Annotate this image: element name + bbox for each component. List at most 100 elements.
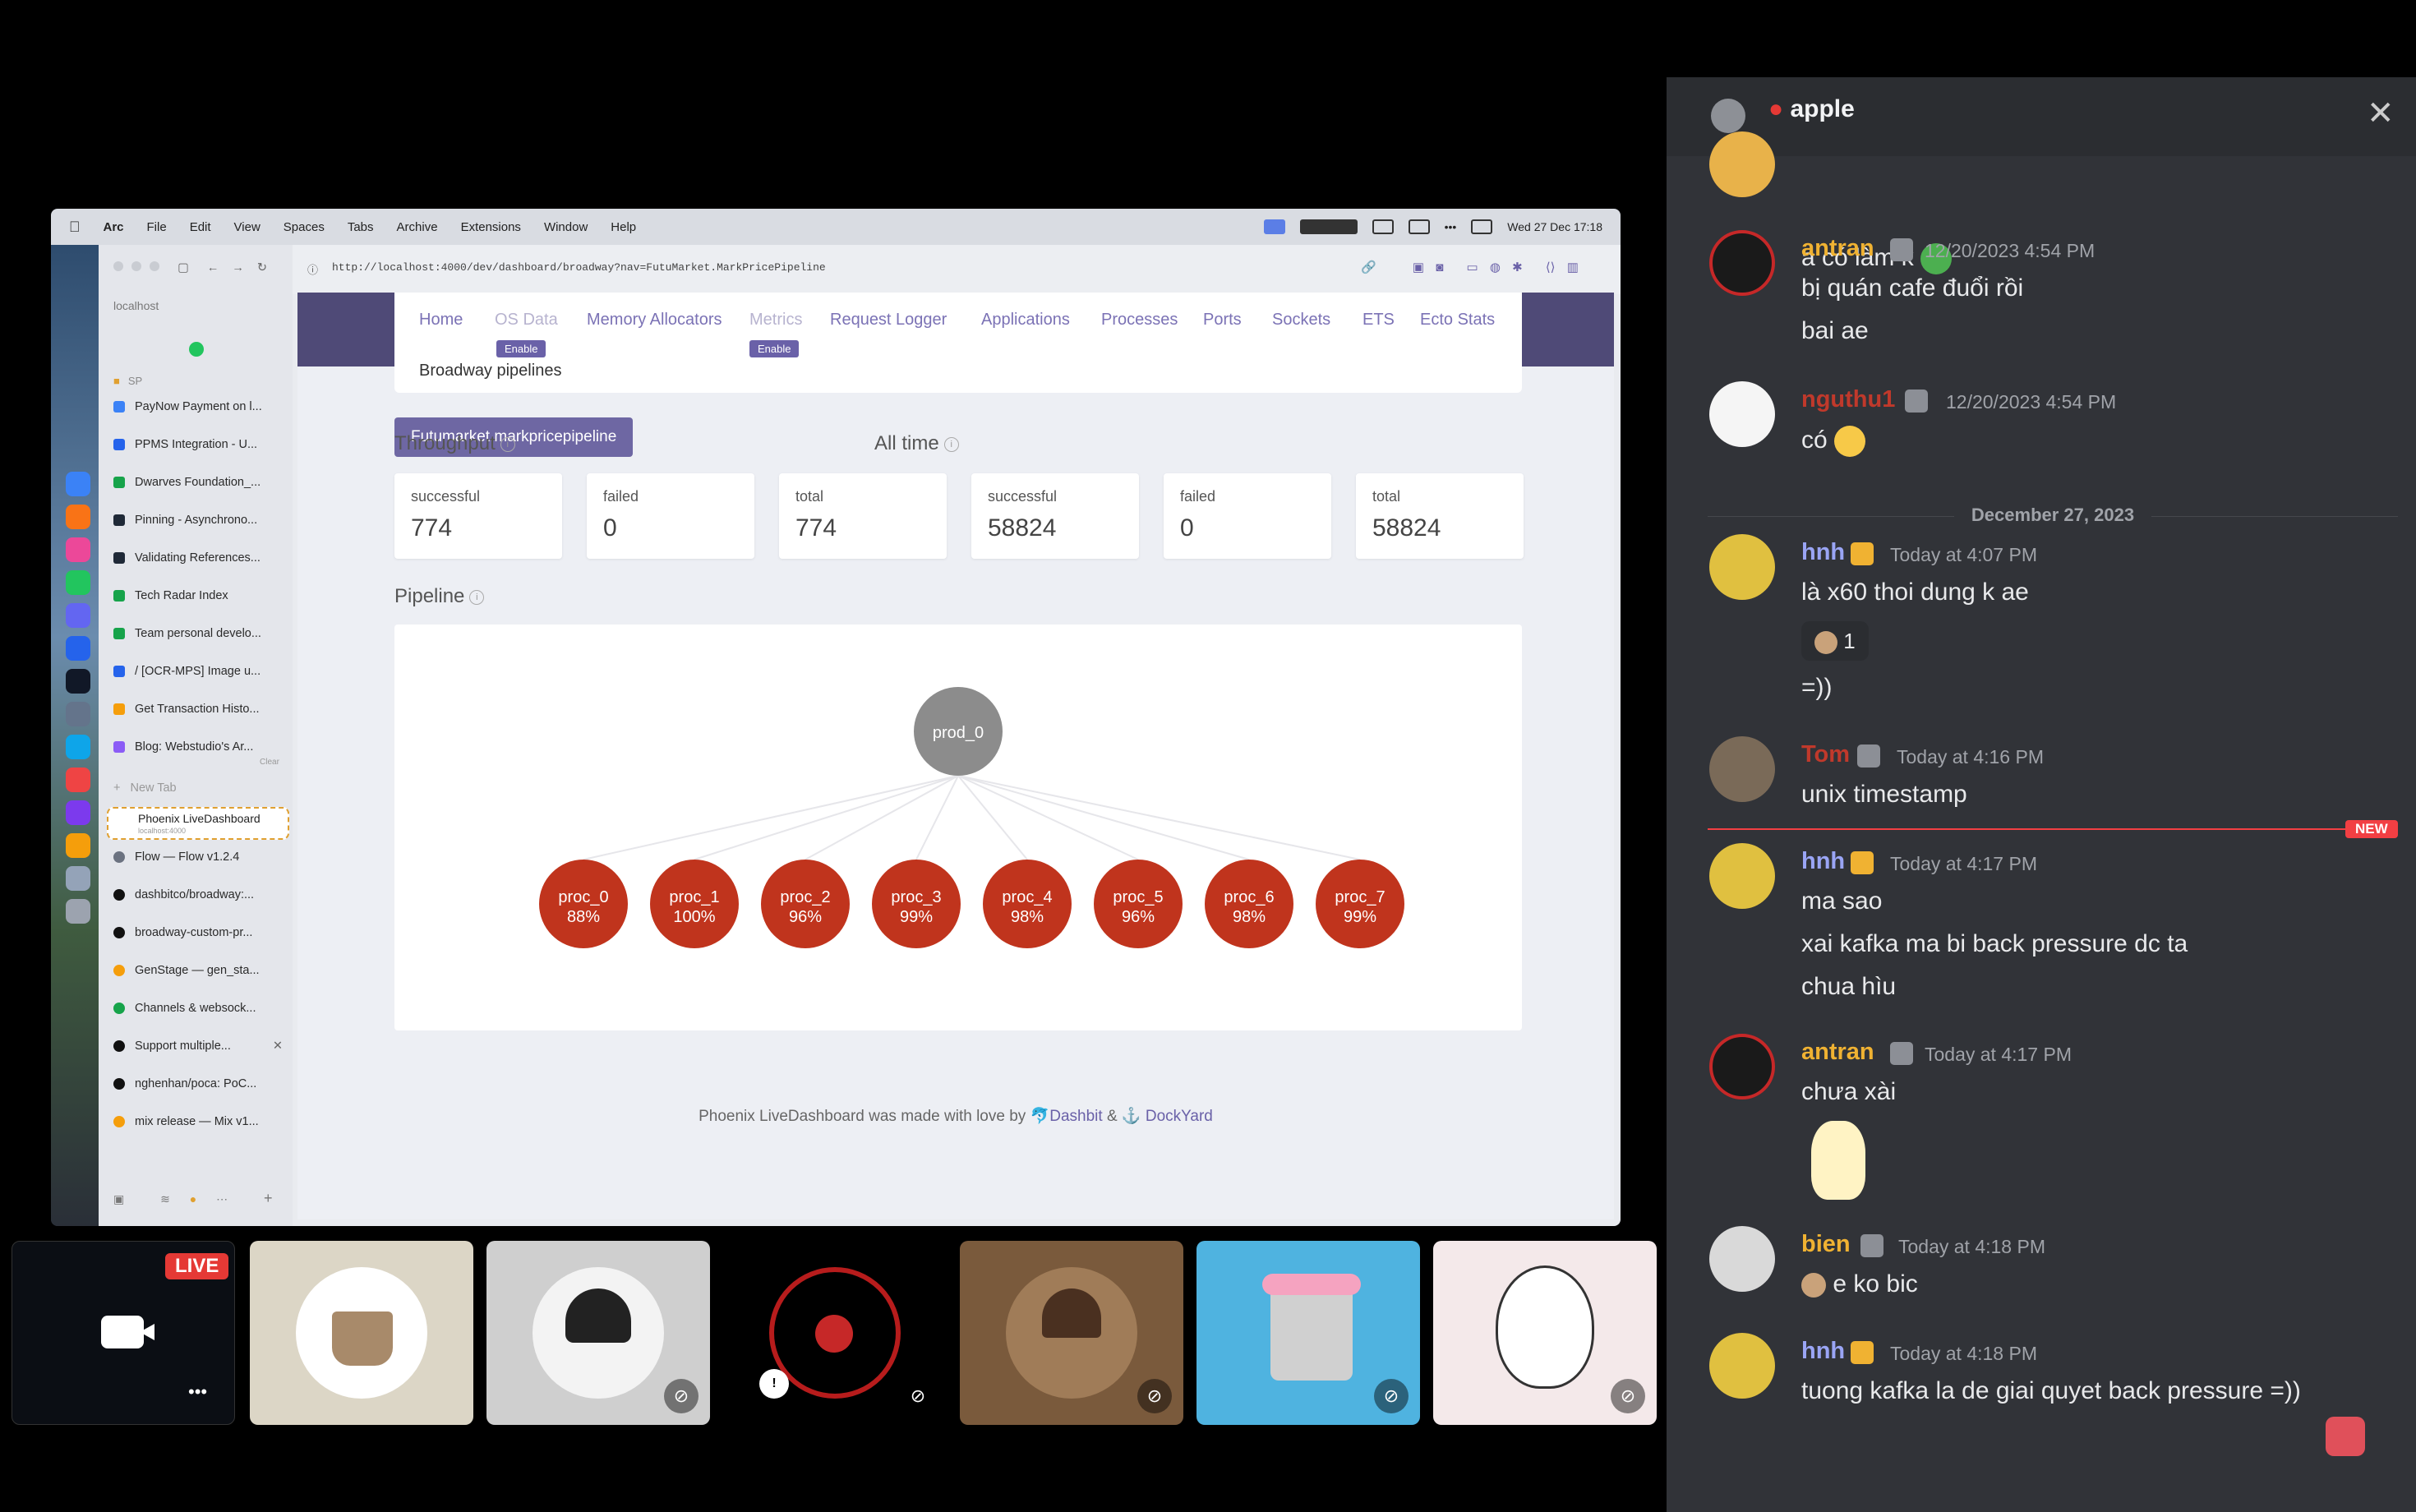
app-icon[interactable] <box>66 800 90 825</box>
avatar[interactable] <box>1709 736 1775 802</box>
dockyard-link[interactable]: ⚓ DockYard <box>1122 1108 1213 1125</box>
sidebar-tab[interactable]: Blog: Webstudio's Ar... <box>113 733 288 761</box>
participant-tile[interactable]: ⊘ <box>486 1241 710 1425</box>
new-tab-button[interactable]: + New Tab <box>113 774 288 802</box>
site-info-icon[interactable]: ⓘ <box>307 261 318 277</box>
close-tab-icon[interactable]: ✕ <box>273 1040 283 1053</box>
avatar[interactable] <box>1709 381 1775 447</box>
copy-link-icon[interactable]: 🔗 <box>1361 260 1376 274</box>
menu-extensions[interactable]: Extensions <box>461 220 521 234</box>
active-tab[interactable]: Phoenix LiveDashboard localhost:4000 <box>107 807 289 840</box>
menu-file[interactable]: File <box>147 220 167 234</box>
nav-os-data[interactable]: OS Data <box>495 311 558 330</box>
avatar[interactable] <box>1709 1034 1775 1099</box>
info-icon[interactable]: i <box>943 436 959 452</box>
menu-spaces[interactable]: Spaces <box>284 220 325 234</box>
sidebar-tab[interactable]: broadway-custom-pr... <box>113 919 288 947</box>
archive-icon[interactable]: ▣ <box>113 1192 124 1205</box>
metrics-enable-button[interactable]: Enable <box>749 340 800 357</box>
nav-memory-allocators[interactable]: Memory Allocators <box>587 311 722 330</box>
menu-help[interactable]: Help <box>611 220 636 234</box>
processor-node[interactable]: proc_6 98% <box>1205 860 1293 948</box>
new-space-icon[interactable]: + <box>264 1190 273 1206</box>
username[interactable]: Tom <box>1801 741 1850 768</box>
close-window-icon[interactable] <box>113 261 123 271</box>
sidebar-tab[interactable]: Tech Radar Index <box>113 582 288 610</box>
sidebar-tab[interactable]: dashbitco/broadway:... <box>113 881 288 909</box>
participant-tile[interactable] <box>250 1241 473 1425</box>
maximize-window-icon[interactable] <box>150 261 160 271</box>
avatar[interactable] <box>1709 534 1775 600</box>
avatar[interactable] <box>1709 843 1775 909</box>
forward-icon[interactable]: → <box>232 261 244 274</box>
menu-view[interactable]: View <box>234 220 261 234</box>
nav-applications[interactable]: Applications <box>981 311 1070 330</box>
username[interactable]: antran <box>1801 235 1874 262</box>
nav-home[interactable]: Home <box>419 311 463 330</box>
space-icon[interactable]: ● <box>190 1192 196 1205</box>
reaction-chip[interactable]: 1 <box>1801 621 1869 661</box>
menu-edit[interactable]: Edit <box>190 220 211 234</box>
space-indicator-icon[interactable] <box>189 342 204 357</box>
username[interactable]: bien <box>1801 1231 1851 1258</box>
sidebar-address[interactable]: localhost <box>113 294 278 317</box>
menubar-widget-icon[interactable] <box>1299 219 1358 234</box>
nav-ecto-stats[interactable]: Ecto Stats <box>1420 311 1495 330</box>
sidebar-tab[interactable]: Flow — Flow v1.2.4 <box>113 843 288 871</box>
processor-node[interactable]: proc_7 99% <box>1316 860 1404 948</box>
camera-icon[interactable]: ◙ <box>1436 260 1443 274</box>
sidebar-tab[interactable]: Dwarves Foundation_... <box>113 468 288 496</box>
more-dots-icon[interactable]: ••• <box>1445 220 1457 233</box>
username[interactable]: hnh <box>1801 848 1845 875</box>
app-logo-icon[interactable] <box>2326 1417 2365 1456</box>
participant-tile[interactable]: ! ⊘ <box>723 1241 947 1425</box>
username[interactable]: hnh <box>1801 1338 1845 1365</box>
nav-request-logger[interactable]: Request Logger <box>830 311 947 330</box>
settings-icon[interactable]: ✱ <box>1512 260 1523 274</box>
app-icon[interactable] <box>66 537 90 562</box>
screen-share-tile[interactable]: LIVE ••• <box>12 1241 235 1425</box>
url-bar[interactable]: http://localhost:4000/dev/dashboard/broa… <box>332 261 826 274</box>
screenshot-icon[interactable]: ▣ <box>1413 260 1424 274</box>
reload-icon[interactable]: ↻ <box>257 261 267 274</box>
sidebar-tab[interactable]: Validating References... <box>113 544 288 572</box>
vscode-icon[interactable] <box>66 636 90 661</box>
participant-tile[interactable]: ⊘ <box>1433 1241 1657 1425</box>
sidebar-tab[interactable]: nghenhan/pocа: PoC... <box>113 1070 288 1098</box>
sidebar-tab[interactable]: PayNow Payment on l... <box>113 393 288 421</box>
control-center-icon[interactable] <box>1471 219 1493 234</box>
username[interactable]: antran <box>1801 1039 1874 1066</box>
spaces-icon[interactable]: ≋ <box>160 1192 170 1205</box>
avatar[interactable] <box>1709 131 1775 197</box>
app-icon[interactable] <box>66 570 90 595</box>
avatar[interactable] <box>1709 1333 1775 1399</box>
producer-node[interactable]: prod_0 <box>914 687 1003 776</box>
sidebar-tab[interactable]: mix release — Mix v1... <box>113 1108 288 1136</box>
sidebar-tab[interactable]: GenStage — gen_sta... <box>113 957 288 984</box>
app-icon[interactable] <box>66 768 90 792</box>
username[interactable]: nguthu1 <box>1801 386 1895 413</box>
nav-metrics[interactable]: Metrics <box>749 311 802 330</box>
extension-icon[interactable]: ◍ <box>1490 260 1501 274</box>
discord-icon[interactable] <box>66 603 90 628</box>
split-view-icon[interactable]: ▥ <box>1567 260 1579 274</box>
username[interactable]: hnh <box>1801 539 1845 566</box>
sidebar-tab[interactable]: PPMS Integration - U... <box>113 431 288 459</box>
trash-icon[interactable] <box>66 899 90 924</box>
sidebar-tab[interactable]: / [OCR-MPS] Image u... <box>113 657 288 685</box>
minimize-window-icon[interactable] <box>131 261 142 271</box>
info-icon[interactable]: i <box>500 436 515 452</box>
processor-node[interactable]: proc_1 100% <box>650 860 739 948</box>
keyboard-input-icon[interactable] <box>1372 219 1394 234</box>
extension-icon[interactable]: ▭ <box>1466 260 1478 274</box>
info-icon[interactable]: i <box>469 589 485 605</box>
menu-archive[interactable]: Archive <box>397 220 438 234</box>
os-data-enable-button[interactable]: Enable <box>496 340 546 357</box>
menu-arc[interactable]: Arc <box>104 220 124 234</box>
sidebar-tab[interactable]: Support multiple... ✕ <box>113 1032 288 1060</box>
app-icon[interactable] <box>66 702 90 726</box>
sidebar-tab[interactable]: Team personal develo... <box>113 620 288 648</box>
nav-processes[interactable]: Processes <box>1101 311 1178 330</box>
participant-tile[interactable]: ⊘ <box>960 1241 1183 1425</box>
avatar[interactable] <box>1709 230 1775 296</box>
